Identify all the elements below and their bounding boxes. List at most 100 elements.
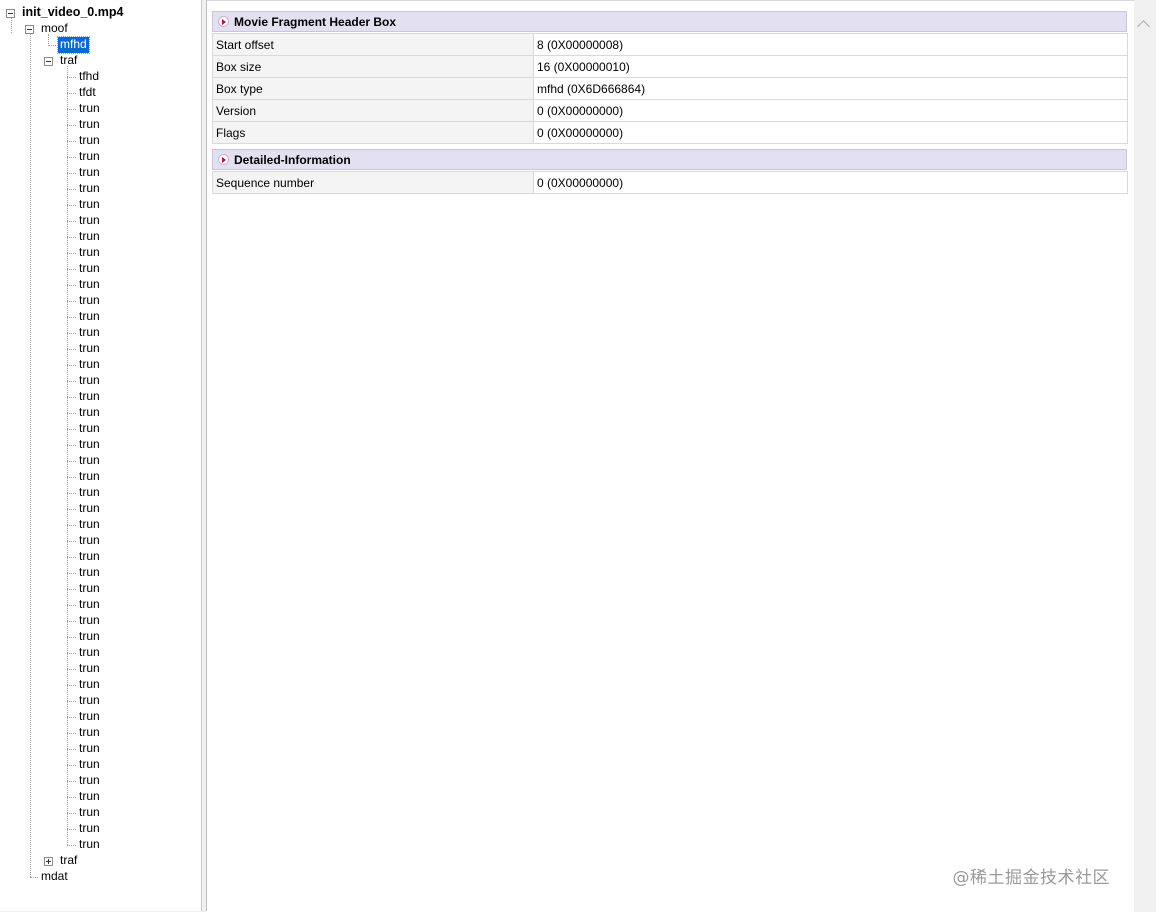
tree-node-trun[interactable]: trun [0, 693, 200, 709]
tree-node-trun[interactable]: trun [0, 133, 200, 149]
tree-node-trun[interactable]: trun [0, 309, 200, 325]
tree-node-label: trun [79, 581, 100, 595]
tree-node-label: trun [79, 485, 100, 499]
tree-node-trun[interactable]: trun [0, 597, 200, 613]
tree-node-label: moof [41, 21, 68, 35]
tree-node-trun[interactable]: trun [0, 197, 200, 213]
tree-node-label: trun [79, 821, 100, 835]
tree-node-trun[interactable]: trun [0, 277, 200, 293]
property-value[interactable]: 0 (0X00000000) [533, 99, 1128, 122]
tree-expander-icon[interactable] [44, 57, 53, 66]
tree-line [67, 509, 76, 510]
tree-node-label: trun [79, 789, 100, 803]
tree-node-trun[interactable]: trun [0, 101, 200, 117]
tree-node-trun[interactable]: trun [0, 405, 200, 421]
tree-line [67, 669, 76, 670]
tree-node-trun[interactable]: trun [0, 533, 200, 549]
tree-node-trun[interactable]: trun [0, 629, 200, 645]
tree-node-trun[interactable]: trun [0, 357, 200, 373]
tree-node-trun[interactable]: trun [0, 709, 200, 725]
tree-line [67, 765, 76, 766]
tree-node-trun[interactable]: trun [0, 789, 200, 805]
tree-node-trun[interactable]: trun [0, 181, 200, 197]
tree-node-trun[interactable]: trun [0, 325, 200, 341]
property-value[interactable]: 0 (0X00000000) [533, 171, 1128, 194]
tree-node-trun[interactable]: trun [0, 645, 200, 661]
section-header-movie-fragment-header[interactable]: Movie Fragment Header Box [212, 11, 1127, 32]
section-header-detailed-information[interactable]: Detailed-Information [212, 149, 1127, 170]
tree-node-trun[interactable]: trun [0, 485, 200, 501]
tree-node-trun[interactable]: trun [0, 549, 200, 565]
property-value[interactable]: mfhd (0X6D666864) [533, 77, 1128, 100]
property-row[interactable]: Flags 0 (0X00000000) [212, 121, 1128, 144]
scroll-up-icon[interactable] [1137, 20, 1150, 33]
property-row[interactable]: Version 0 (0X00000000) [212, 99, 1128, 122]
tree-node-trun[interactable]: trun [0, 453, 200, 469]
tree-node-moof[interactable]: moof [0, 21, 200, 37]
tree-node-label: mdat [41, 869, 68, 883]
tree-node-label: trun [79, 357, 100, 371]
tree-node-trun[interactable]: trun [0, 581, 200, 597]
tree-node-traf[interactable]: traf [0, 53, 200, 69]
tree-node-label: trun [79, 389, 100, 403]
tree-node-trun[interactable]: trun [0, 661, 200, 677]
tree-expander-icon[interactable] [25, 25, 34, 34]
tree-node-trun[interactable]: trun [0, 805, 200, 821]
tree-node-trun[interactable]: trun [0, 741, 200, 757]
tree-node-root[interactable]: init_video_0.mp4 [0, 5, 200, 21]
tree-line [67, 269, 76, 270]
section-arrow-icon [218, 154, 229, 165]
tree-expander-icon[interactable] [6, 9, 15, 18]
tree-node-trun[interactable]: trun [0, 821, 200, 837]
property-value[interactable]: 0 (0X00000000) [533, 121, 1128, 144]
tree-node-trun[interactable]: trun [0, 293, 200, 309]
property-value[interactable]: 16 (0X00000010) [533, 55, 1128, 78]
box-tree-view[interactable]: init_video_0.mp4 moof mfhd traf tfhd tfd… [0, 0, 202, 911]
tree-node-trun[interactable]: trun [0, 517, 200, 533]
tree-node-mdat[interactable]: mdat [0, 869, 200, 885]
tree-node-trun[interactable]: trun [0, 213, 200, 229]
tree-node-label: trun [79, 245, 100, 259]
tree-node-trun[interactable]: trun [0, 261, 200, 277]
property-value[interactable]: 8 (0X00000008) [533, 33, 1128, 56]
tree-node-label: trun [79, 229, 100, 243]
tree-node-trun[interactable]: trun [0, 773, 200, 789]
tree-node-traf-collapsed[interactable]: traf [0, 853, 200, 869]
tree-node-trun[interactable]: trun [0, 389, 200, 405]
tree-node-trun[interactable]: trun [0, 421, 200, 437]
tree-node-trun[interactable]: trun [0, 725, 200, 741]
tree-node-trun[interactable]: trun [0, 757, 200, 773]
tree-node-trun[interactable]: trun [0, 165, 200, 181]
tree-node-trun[interactable]: trun [0, 373, 200, 389]
tree-node-trun[interactable]: trun [0, 229, 200, 245]
tree-line [67, 237, 76, 238]
tree-node-trun[interactable]: trun [0, 245, 200, 261]
property-row[interactable]: Box size 16 (0X00000010) [212, 55, 1128, 78]
vertical-scrollbar[interactable] [1134, 0, 1156, 911]
tree-node-trun[interactable]: trun [0, 437, 200, 453]
tree-expander-icon[interactable] [44, 857, 53, 866]
tree-node-trun[interactable]: trun [0, 149, 200, 165]
tree-line [67, 525, 76, 526]
tree-node-trun[interactable]: trun [0, 341, 200, 357]
tree-line [67, 477, 76, 478]
tree-node-label: trun [79, 181, 100, 195]
property-row[interactable]: Box type mfhd (0X6D666864) [212, 77, 1128, 100]
property-row[interactable]: Start offset 8 (0X00000008) [212, 33, 1128, 56]
property-table: Sequence number 0 (0X00000000) [212, 171, 1128, 194]
tree-node-trun[interactable]: trun [0, 837, 200, 853]
tree-node-label: trun [79, 117, 100, 131]
property-row[interactable]: Sequence number 0 (0X00000000) [212, 171, 1128, 194]
tree-node-trun[interactable]: trun [0, 565, 200, 581]
tree-node-label: trun [79, 709, 100, 723]
tree-node-trun[interactable]: trun [0, 501, 200, 517]
tree-line [67, 733, 76, 734]
tree-node-trun[interactable]: trun [0, 117, 200, 133]
tree-node-label: trun [79, 165, 100, 179]
tree-node-trun[interactable]: trun [0, 613, 200, 629]
tree-node-trun[interactable]: trun [0, 677, 200, 693]
tree-node-trun[interactable]: trun [0, 469, 200, 485]
tree-node-mfhd[interactable]: mfhd [0, 36, 200, 54]
tree-node-tfhd[interactable]: tfhd [0, 69, 200, 85]
tree-node-tfdt[interactable]: tfdt [0, 85, 200, 101]
